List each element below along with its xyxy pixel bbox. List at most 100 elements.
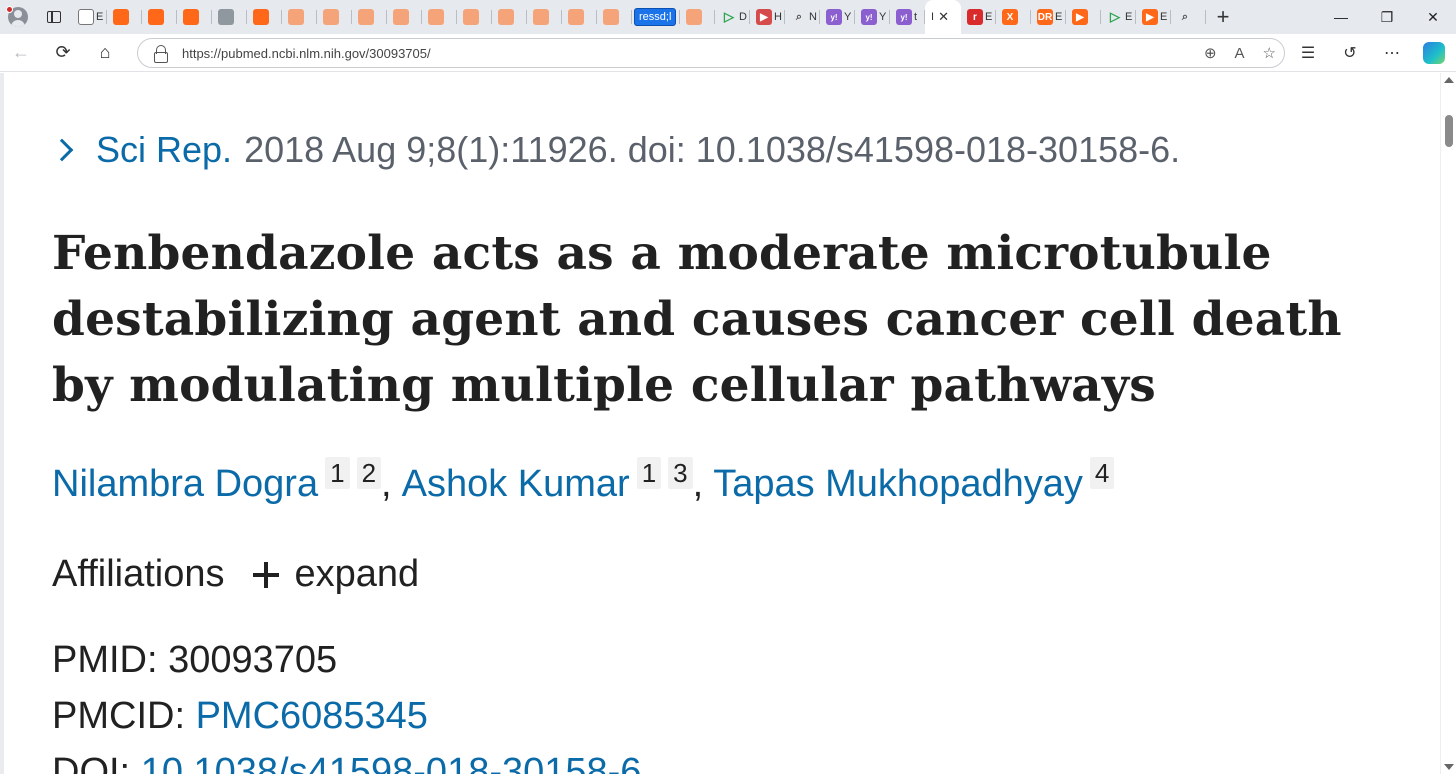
browser-tab[interactable]	[107, 0, 142, 34]
pmcid-link[interactable]: PMC6085345	[196, 695, 428, 737]
browser-tab[interactable]: E	[72, 0, 107, 34]
browser-tab[interactable]: ▷ D	[715, 0, 750, 34]
author-link[interactable]: Nilambra Dogra	[52, 463, 318, 506]
browser-tab[interactable]	[457, 0, 492, 34]
expand-button[interactable]: expand	[295, 553, 420, 596]
browser-tab[interactable]	[597, 0, 632, 34]
browser-tab[interactable]	[177, 0, 212, 34]
new-tab-button[interactable]: +	[1206, 0, 1240, 34]
yahoo-icon: y!	[826, 9, 842, 25]
search-icon: ⌕	[795, 10, 803, 23]
pmcid-label: PMCID:	[52, 695, 185, 737]
back-button[interactable]: ←	[0, 35, 42, 71]
substack-icon	[148, 9, 164, 25]
affiliation-superscript[interactable]: 2	[356, 456, 382, 489]
browser-tab[interactable]: y! Y	[855, 0, 890, 34]
favorite-star-icon[interactable]: ☆	[1263, 44, 1276, 62]
profile-button[interactable]	[0, 0, 36, 34]
browser-tab[interactable]: y! t	[890, 0, 925, 34]
scroll-up-icon[interactable]	[1444, 77, 1454, 83]
address-bar[interactable]: https://pubmed.ncbi.nlm.nih.gov/30093705…	[137, 38, 1285, 68]
maximize-button[interactable]: ❐	[1364, 0, 1410, 34]
affiliation-superscript[interactable]: 1	[325, 456, 350, 489]
address-bar-actions: ⊕ A ☆	[1204, 39, 1276, 67]
browser-tab[interactable]	[422, 0, 457, 34]
browser-tab[interactable]: X	[996, 0, 1031, 34]
copilot-icon	[1423, 42, 1445, 64]
youtube-icon: ▶	[1142, 9, 1158, 25]
author-link[interactable]: Ashok Kumar	[402, 463, 630, 506]
active-tab[interactable]: I ✕	[925, 0, 961, 34]
page-viewport: Sci Rep. 2018 Aug 9;8(1):11926. doi: 10.…	[0, 73, 1456, 774]
browser-tab[interactable]	[680, 0, 715, 34]
tab-title: Y	[879, 11, 887, 23]
affiliation-superscript[interactable]: 4	[1089, 456, 1115, 489]
vertical-scrollbar[interactable]	[1440, 73, 1456, 774]
image-icon	[218, 9, 234, 25]
browser-tab[interactable]: ▷ E	[1101, 0, 1136, 34]
zoom-icon[interactable]: ⊕	[1204, 44, 1217, 62]
history-icon[interactable]: ↺	[1334, 37, 1366, 69]
browser-tab[interactable]: rE	[961, 0, 996, 34]
browser-tab[interactable]	[317, 0, 352, 34]
substack-icon	[183, 9, 199, 25]
plus-icon[interactable]	[252, 561, 279, 588]
play-icon: ▷	[1110, 9, 1120, 24]
browser-tab[interactable]	[212, 0, 247, 34]
browser-tab[interactable]: ▶	[1066, 0, 1101, 34]
browser-tab[interactable]: ▶ E	[1136, 0, 1171, 34]
more-menu-icon[interactable]: ⋯	[1376, 37, 1408, 69]
browser-tab[interactable]	[387, 0, 422, 34]
scrollbar-thumb[interactable]	[1445, 115, 1453, 147]
tab-actions-button[interactable]	[36, 0, 72, 34]
tab-list: Eressd;l ▷ D ▶ H ⌕ Ny! Yy! Yy! t I ✕ r E X DR E ▶ ▷ E ▶ E ⌕	[72, 0, 1206, 34]
tab-title: t	[914, 11, 918, 23]
browser-tab[interactable]	[527, 0, 562, 34]
browser-tab[interactable]	[562, 0, 597, 34]
affiliation-superscript[interactable]: 1	[636, 456, 662, 489]
arrow-left-icon: ←	[12, 42, 30, 62]
pmcid-row: PMCID: PMC6085345	[52, 695, 428, 738]
substack-icon	[428, 9, 444, 25]
browser-tab[interactable]	[352, 0, 387, 34]
doi-link[interactable]: 10.1038/s41598-018-30158-6	[141, 751, 642, 774]
article-title: Fenbendazole acts as a moderate microtub…	[52, 226, 1342, 413]
browser-tab[interactable]	[492, 0, 527, 34]
browser-tab[interactable]: ressd;l	[632, 0, 680, 34]
browser-tab[interactable]	[142, 0, 177, 34]
tab-title: E	[1055, 11, 1063, 23]
browser-tab[interactable]	[282, 0, 317, 34]
refresh-button[interactable]: ⟳	[42, 35, 84, 71]
pmid-label: PMID:	[52, 639, 158, 681]
copilot-button[interactable]	[1418, 37, 1450, 69]
toolbar-right: ☰ ↺ ⋯	[1292, 34, 1450, 72]
browser-tab[interactable]: DR E	[1031, 0, 1066, 34]
tab-title: I	[931, 11, 935, 23]
browser-tab[interactable]: y! Y	[820, 0, 855, 34]
browser-tab[interactable]: ⌕ N	[785, 0, 820, 34]
home-icon: ⌂	[99, 42, 111, 62]
home-button[interactable]: ⌂	[84, 35, 126, 71]
browser-tab[interactable]	[247, 0, 282, 34]
pmid-row: PMID: 30093705	[52, 639, 337, 682]
substack-icon	[393, 9, 409, 25]
youtube-icon: ▶	[1072, 9, 1088, 25]
favorites-icon[interactable]: ☰	[1292, 37, 1324, 69]
chevron-right-icon[interactable]	[50, 138, 74, 162]
tab-actions-icon	[47, 11, 61, 23]
journal-link[interactable]: Sci Rep.	[96, 129, 232, 171]
doc-icon	[78, 9, 94, 25]
affiliation-superscript[interactable]: 3	[668, 456, 693, 489]
browser-tab[interactable]: ⌕	[1171, 0, 1206, 34]
minimize-button[interactable]: —	[1318, 0, 1364, 34]
lock-icon[interactable]	[154, 45, 168, 63]
author-link[interactable]: Tapas Mukhopadhyay	[713, 463, 1083, 506]
browser-tab[interactable]: ▶ H	[750, 0, 785, 34]
refresh-icon: ⟳	[55, 42, 71, 62]
close-tab-icon[interactable]: ✕	[938, 9, 949, 25]
scroll-down-icon[interactable]	[1444, 764, 1454, 770]
bold-icon: DR	[1037, 9, 1053, 25]
close-window-button[interactable]: ✕	[1410, 0, 1456, 34]
url-text[interactable]: https://pubmed.ncbi.nlm.nih.gov/30093705…	[182, 46, 431, 61]
read-aloud-icon[interactable]: A	[1235, 45, 1245, 62]
